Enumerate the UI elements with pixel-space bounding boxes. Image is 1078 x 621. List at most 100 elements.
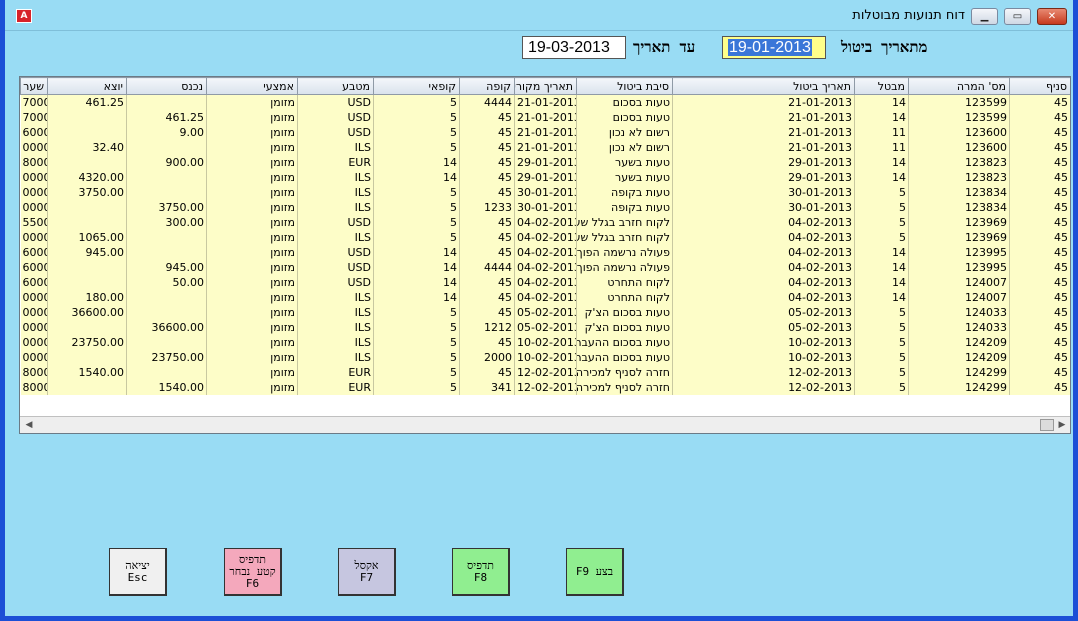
minimize-button[interactable]: ▁: [971, 8, 998, 25]
table-row[interactable]: 60009.00מזומןUSD54521-01-2013רשום לא נכו…: [20, 125, 1070, 140]
cell-register: 1233: [459, 200, 515, 215]
cell-conversion-no: 123834: [908, 200, 1010, 215]
table-row[interactable]: 000032.40מזומןILS54521-01-2013רשום לא נכ…: [20, 140, 1070, 155]
table-row[interactable]: 00004320.00מזומןILS144529-01-2013טעות בש…: [20, 170, 1070, 185]
cell-branch: 45: [1009, 260, 1070, 275]
cell-reason: חזרה לסניף למכירה: [576, 380, 673, 395]
column-header-out[interactable]: יוצא: [47, 77, 127, 95]
cell-cancel-date: 30-01-2013: [672, 185, 855, 200]
table-row[interactable]: 000023750.00מזומןILS5200010-02-2013טעות …: [20, 350, 1070, 365]
from-date-input[interactable]: 19-01-2013: [722, 36, 826, 59]
table-row[interactable]: 6000945.00מזומןUSD14444404-02-2013פעולה …: [20, 260, 1070, 275]
column-header-orig-date[interactable]: תאריך מקורי: [514, 77, 577, 95]
cell-cashier: 14: [373, 155, 460, 170]
excel-button[interactable]: אקסל F7: [338, 548, 396, 596]
table-row[interactable]: 00003750.00מזומןILS54530-01-2013טעות בקו…: [20, 185, 1070, 200]
cell-cancel-date: 12-02-2013: [672, 365, 855, 380]
scroll-left-icon[interactable]: ◀: [23, 419, 35, 431]
table-row[interactable]: 5500300.00מזומןUSD54504-02-2013לקוח חזרב…: [20, 215, 1070, 230]
table-row[interactable]: 80001540.00מזומןEUR534112-02-2013חזרה לס…: [20, 380, 1070, 395]
cell-canceller: 14: [854, 170, 909, 185]
cell-canceller: 11: [854, 140, 909, 155]
cell-out: [47, 125, 127, 140]
cell-reason: לקוח התחרט: [576, 275, 673, 290]
cell-branch: 45: [1009, 380, 1070, 395]
to-date-input[interactable]: 19-03-2013: [522, 36, 626, 59]
column-header-canceller[interactable]: מבטל: [854, 77, 909, 95]
cell-canceller: 14: [854, 110, 909, 125]
cell-cancel-date: 05-02-2013: [672, 320, 855, 335]
cell-orig-date: 04-02-2013: [514, 275, 577, 290]
column-header-rate[interactable]: שער: [20, 77, 48, 95]
cell-canceller: 5: [854, 185, 909, 200]
cell-orig-date: 21-01-2013: [514, 94, 577, 110]
cell-conversion-no: 123823: [908, 170, 1010, 185]
table-row[interactable]: 7000461.25מזומןUSD5444421-01-2013טעות בס…: [20, 94, 1070, 110]
print-selected-button[interactable]: תדפיס קטע נבחר F6: [224, 548, 282, 596]
scroll-right-icon[interactable]: ▶: [1056, 419, 1068, 431]
table-row[interactable]: 000036600.00מזומןILS54505-02-2013טעות בס…: [20, 305, 1070, 320]
cell-out: 1540.00: [47, 365, 127, 380]
close-button[interactable]: ✕: [1037, 8, 1067, 25]
title-bar: A דוח תנועות מבוטלות ▁ ▭ ✕: [5, 0, 1073, 31]
table-row[interactable]: 00003750.00מזומןILS5123330-01-2013טעות ב…: [20, 200, 1070, 215]
column-header-cashier[interactable]: קופאי: [373, 77, 460, 95]
from-date-value: 19-01-2013: [728, 39, 812, 56]
cell-method: מזומן: [206, 125, 298, 140]
cell-canceller: 5: [854, 320, 909, 335]
cell-register: 4444: [459, 260, 515, 275]
column-header-conversion-no[interactable]: מס' המרה: [908, 77, 1010, 95]
table-row[interactable]: 00001065.00מזומןILS54504-02-2013לקוח חזר…: [20, 230, 1070, 245]
cell-reason: טעות בקופה: [576, 200, 673, 215]
table-row[interactable]: 0000180.00מזומןILS144504-02-2013לקוח התח…: [20, 290, 1070, 305]
excel-key: F7: [359, 570, 374, 584]
print-button[interactable]: תדפיס F8: [452, 548, 510, 596]
cell-cancel-date: 29-01-2013: [672, 155, 855, 170]
cell-cashier: 5: [373, 365, 460, 380]
app-logo-icon[interactable]: A: [16, 9, 32, 23]
column-header-method[interactable]: אמצעי: [206, 77, 298, 95]
cell-branch: 45: [1009, 170, 1070, 185]
cell-cancel-date: 29-01-2013: [672, 170, 855, 185]
cell-method: מזומן: [206, 275, 298, 290]
print-selected-key: F6: [245, 576, 260, 590]
column-header-branch[interactable]: סניף: [1009, 77, 1070, 95]
cell-branch: 45: [1009, 245, 1070, 260]
table-row[interactable]: 000036600.00מזומןILS5121205-02-2013טעות …: [20, 320, 1070, 335]
column-header-reason[interactable]: סיבת ביטול: [576, 77, 673, 95]
cell-in: [126, 170, 207, 185]
run-button[interactable]: בצע F9: [566, 548, 624, 596]
table-row[interactable]: 000023750.00מזומןILS54510-02-2013טעות בס…: [20, 335, 1070, 350]
table-row[interactable]: 8000900.00מזומןEUR144529-01-2013טעות בשע…: [20, 155, 1070, 170]
maximize-button[interactable]: ▭: [1004, 8, 1031, 25]
cell-register: 45: [459, 185, 515, 200]
cell-register: 2000: [459, 350, 515, 365]
cell-currency: ILS: [297, 320, 374, 335]
scroll-thumb[interactable]: [1040, 419, 1054, 431]
cell-rate: 0000: [20, 230, 48, 245]
column-header-currency[interactable]: מטבע: [297, 77, 374, 95]
cell-out: 36600.00: [47, 305, 127, 320]
table-row[interactable]: 6000945.00מזומןUSD144504-02-2013פעולה נר…: [20, 245, 1070, 260]
cell-canceller: 5: [854, 365, 909, 380]
table-row[interactable]: 80001540.00מזומןEUR54512-02-2013חזרה לסנ…: [20, 365, 1070, 380]
table-row[interactable]: 600050.00מזומןUSD144504-02-2013לקוח התחר…: [20, 275, 1070, 290]
column-header-in[interactable]: נכנס: [126, 77, 207, 95]
cell-out: [47, 275, 127, 290]
column-header-cancel-date[interactable]: תאריך ביטול: [672, 77, 855, 95]
cell-rate: 8000: [20, 155, 48, 170]
horizontal-scrollbar[interactable]: ◀ ▶: [20, 416, 1070, 433]
cell-currency: USD: [297, 125, 374, 140]
cell-canceller: 14: [854, 94, 909, 110]
cell-in: 9.00: [126, 125, 207, 140]
cell-register: 45: [459, 110, 515, 125]
exit-button[interactable]: יציאה Esc: [109, 548, 167, 596]
column-header-register[interactable]: קופה: [459, 77, 515, 95]
print-label: תדפיס: [467, 558, 494, 572]
cell-branch: 45: [1009, 305, 1070, 320]
cell-register: 45: [459, 230, 515, 245]
table-row[interactable]: 7000461.25מזומןUSD54521-01-2013טעות בסכו…: [20, 110, 1070, 125]
cancelled-transactions-grid[interactable]: שער יוצא נכנס אמצעי מטבע קופאי קופה תאריך מקורי…: [19, 76, 1071, 434]
cell-cancel-date: 21-01-2013: [672, 94, 855, 110]
cell-method: מזומן: [206, 230, 298, 245]
